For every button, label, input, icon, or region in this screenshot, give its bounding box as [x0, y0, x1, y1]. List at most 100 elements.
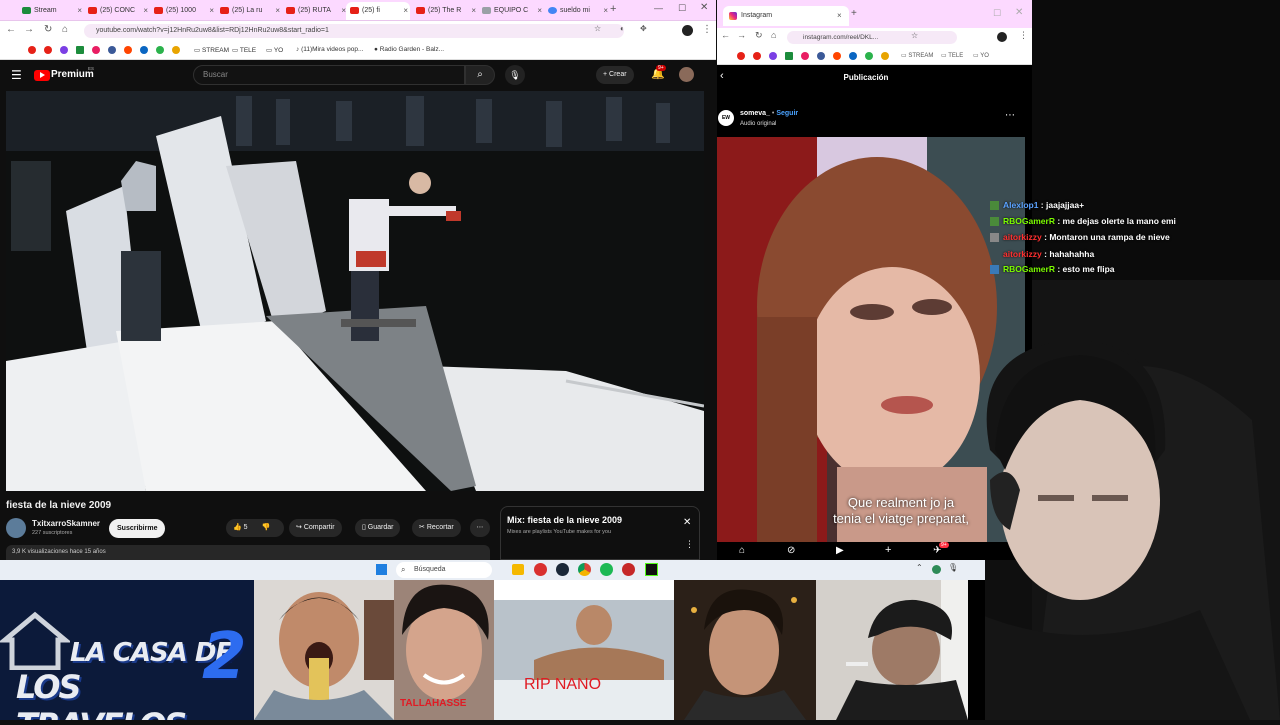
save-button[interactable]: ▯ Guardar [355, 519, 401, 537]
hamburger-menu-icon[interactable]: ☰ [11, 68, 22, 82]
share-button[interactable]: ↪ Compartir [289, 519, 342, 537]
close-window-icon[interactable]: ✕ [700, 2, 708, 13]
obs-icon[interactable] [622, 563, 635, 576]
audio-label[interactable]: Audio original [740, 121, 776, 127]
browser-tab[interactable]: (25) RUTA × [282, 2, 348, 20]
browser-tab[interactable]: Stream × [18, 2, 84, 20]
bookmark-icon[interactable] [737, 52, 745, 60]
bookmark-icon[interactable] [801, 52, 809, 60]
create-post-icon[interactable]: + [885, 544, 891, 556]
browser-tab[interactable]: (25) The R × [412, 2, 478, 20]
app-icon[interactable] [534, 563, 547, 576]
follow-button[interactable]: Seguir [776, 110, 798, 117]
profile-avatar[interactable] [997, 32, 1007, 42]
bookmark-icon[interactable] [753, 52, 761, 60]
bookmark-icon[interactable] [785, 52, 793, 60]
avatar[interactable]: EW [718, 110, 734, 126]
browser-tab-active[interactable]: Instagram × [723, 6, 849, 26]
avatar[interactable] [679, 67, 694, 82]
spotify-icon[interactable] [600, 563, 613, 576]
bookmark-icon[interactable] [60, 46, 68, 54]
minimize-icon[interactable]: — [654, 3, 663, 13]
close-tab-icon[interactable]: × [471, 2, 476, 20]
bookmark-link[interactable]: ● Radio Garden - Balz... [374, 46, 444, 53]
reload-icon[interactable]: ↻ [44, 24, 52, 35]
explore-icon[interactable]: ⊘ [787, 545, 795, 556]
profile-avatar[interactable] [682, 25, 693, 36]
subscribe-button[interactable]: Suscribirme [109, 519, 166, 538]
kick-icon[interactable] [645, 563, 658, 576]
channel-avatar[interactable] [6, 518, 26, 538]
close-tab-icon[interactable]: × [537, 2, 542, 20]
menu-kebab-icon[interactable]: ⋮ [702, 24, 712, 35]
username[interactable]: someva_ • Seguir [740, 110, 798, 117]
forward-icon[interactable]: → [24, 24, 34, 35]
extension-icon[interactable]: ◐ [620, 24, 625, 33]
bookmark-icon[interactable] [172, 46, 180, 54]
browser-tab[interactable]: (25) 1000 × [150, 2, 216, 20]
create-button[interactable]: + Crear [596, 66, 634, 84]
bookmark-folder[interactable]: ▭ YO [973, 52, 989, 59]
bookmark-icon[interactable] [92, 46, 100, 54]
bookmark-icon[interactable] [769, 52, 777, 60]
home-icon[interactable]: ⌂ [62, 24, 68, 35]
video-player[interactable] [6, 91, 704, 491]
menu-kebab-icon[interactable]: ⋮ [1019, 30, 1028, 41]
browser-tab[interactable]: EQUIPO C × [478, 2, 544, 20]
new-tab-icon[interactable]: + [851, 8, 857, 19]
bookmark-icon[interactable] [849, 52, 857, 60]
bookmark-folder[interactable]: ▭ TELE [232, 46, 256, 54]
bookmark-icon[interactable] [140, 46, 148, 54]
maximize-icon[interactable]: ☐ [993, 8, 1001, 19]
bookmark-icon[interactable] [28, 46, 36, 54]
browser-tab[interactable]: (25) La ru × [216, 2, 282, 20]
reload-icon[interactable]: ↻ [755, 30, 763, 41]
bookmark-folder[interactable]: ▭ STREAM [194, 46, 229, 54]
bookmark-icon[interactable] [44, 46, 52, 54]
bookmark-icon[interactable] [881, 52, 889, 60]
search-icon[interactable]: ⌕ [465, 65, 495, 85]
back-icon[interactable]: ← [721, 30, 730, 40]
bookmark-icon[interactable] [124, 46, 132, 54]
more-vert-icon[interactable]: ⋮ [685, 539, 694, 550]
new-tab-icon[interactable]: + [610, 3, 616, 15]
close-tab-icon[interactable]: × [403, 2, 408, 20]
more-options-icon[interactable]: ⋯ [1005, 110, 1015, 121]
close-icon[interactable]: ✕ [683, 517, 691, 528]
close-window-icon[interactable]: ✕ [1015, 7, 1023, 18]
browser-tab[interactable]: sueldo mi × [544, 2, 610, 20]
like-button[interactable]: 👍 5 [233, 524, 248, 531]
thumbs-down-icon[interactable]: 👎 [262, 524, 271, 531]
home-icon[interactable]: ⌂ [739, 545, 745, 556]
bookmark-icon[interactable] [817, 52, 825, 60]
forward-icon[interactable]: → [737, 30, 746, 40]
more-actions-icon[interactable]: ⋯ [470, 519, 490, 537]
browser-tab-active[interactable]: (25) fi × [346, 2, 410, 20]
mic-tray-icon[interactable]: 🎙 [948, 563, 958, 572]
steam-icon[interactable] [556, 563, 569, 576]
tray-icon[interactable] [932, 565, 941, 574]
bookmark-folder[interactable]: ▭ TELE [941, 52, 963, 59]
bookmark-folder[interactable]: ▭ YO [266, 46, 283, 54]
close-tab-icon[interactable]: × [143, 2, 148, 20]
chrome-icon[interactable] [578, 563, 591, 576]
tray-chevron-icon[interactable]: ⌃ [916, 563, 923, 572]
puzzle-icon[interactable]: ✥ [640, 24, 647, 33]
bookmark-icon[interactable] [76, 46, 84, 54]
search-input[interactable]: Buscar [193, 65, 465, 85]
url-field[interactable]: instagram.com/reel/DKL... [787, 31, 957, 44]
bookmark-icon[interactable] [865, 52, 873, 60]
page-scrollbar[interactable] [704, 91, 716, 491]
channel-name[interactable]: TxitxarroSkamner [32, 519, 100, 528]
reels-icon[interactable]: ▶ [836, 545, 844, 556]
back-icon[interactable]: ← [6, 24, 16, 35]
file-explorer-icon[interactable] [512, 564, 524, 575]
windows-start-icon[interactable] [376, 564, 387, 575]
browser-tab[interactable]: (25) CONC × [84, 2, 150, 20]
close-tab-icon[interactable]: × [209, 2, 214, 20]
close-tab-icon[interactable]: × [837, 6, 842, 26]
bookmark-icon[interactable] [108, 46, 116, 54]
close-tab-icon[interactable]: × [603, 2, 608, 20]
taskbar-search-box[interactable]: ⌕ Búsqueda [396, 562, 492, 578]
url-field[interactable]: youtube.com/watch?v=j12HnRu2uw8&list=RDj… [84, 24, 624, 38]
